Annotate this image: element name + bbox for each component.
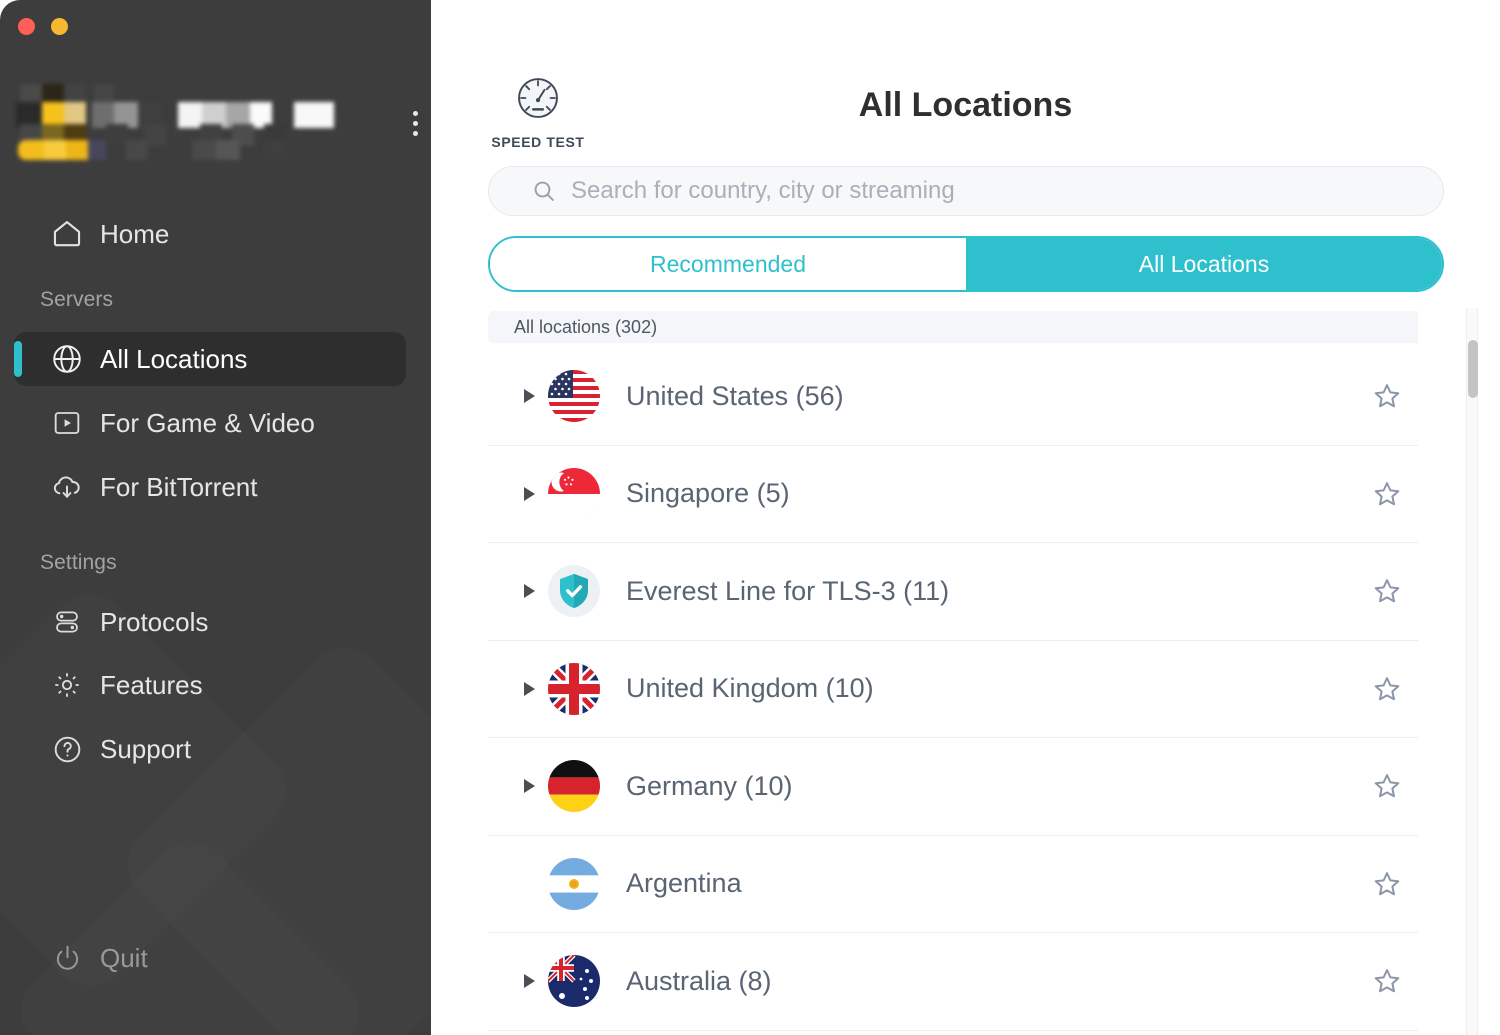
de-flag-icon: [548, 760, 600, 812]
location-name: Germany (10): [626, 771, 793, 802]
ar-flag-icon: [548, 858, 600, 910]
favorite-star-icon[interactable]: [1366, 375, 1408, 417]
locations-list: United States (56): [488, 348, 1418, 1035]
sidebar-section-servers: Servers: [40, 288, 113, 312]
scrollbar-thumb[interactable]: [1468, 340, 1478, 398]
location-tabs: Recommended All Locations: [488, 236, 1444, 292]
sidebar-item-label: Features: [100, 670, 203, 701]
favorite-star-icon[interactable]: [1366, 473, 1408, 515]
table-row[interactable]: United States (56): [488, 348, 1418, 446]
location-name: Everest Line for TLS-3 (11): [626, 576, 949, 607]
gb-flag-icon: [548, 663, 600, 715]
expand-caret-icon[interactable]: [512, 974, 546, 988]
sidebar-item-protocols[interactable]: Protocols: [14, 595, 406, 649]
play-square-icon: [44, 407, 90, 439]
shield-check-icon: [548, 565, 600, 617]
group-header: All locations (302): [488, 311, 1418, 343]
sidebar-item-label: All Locations: [100, 344, 247, 375]
scrollbar[interactable]: [1466, 308, 1478, 1035]
tab-recommended[interactable]: Recommended: [490, 238, 966, 290]
favorite-star-icon[interactable]: [1366, 765, 1408, 807]
table-row[interactable]: Australia (8): [488, 933, 1418, 1031]
table-row[interactable]: United Kingdom (10): [488, 641, 1418, 739]
table-row[interactable]: Argentina: [488, 836, 1418, 934]
window-traffic-lights: [18, 18, 68, 35]
cloud-download-icon: [44, 470, 90, 504]
gear-icon: [44, 669, 90, 701]
sidebar-item-support[interactable]: Support: [14, 722, 406, 776]
location-name: Singapore (5): [626, 478, 790, 509]
globe-icon: [44, 342, 90, 376]
sidebar-section-settings: Settings: [40, 551, 117, 575]
toggles-icon: [44, 606, 90, 638]
expand-caret-icon[interactable]: [512, 779, 546, 793]
sidebar-item-label: Support: [100, 734, 191, 765]
search-input[interactable]: [571, 177, 1443, 205]
minimize-window-button[interactable]: [51, 18, 68, 35]
sidebar-item-for-game-and-video[interactable]: For Game & Video: [14, 396, 406, 450]
app-window: Home Servers All Locations: [0, 0, 1500, 1035]
location-name: United States (56): [626, 381, 844, 412]
sidebar-item-label: Quit: [100, 943, 148, 974]
tab-all-locations[interactable]: All Locations: [966, 238, 1442, 290]
search-icon: [531, 178, 557, 204]
sidebar: Home Servers All Locations: [0, 0, 431, 1035]
kebab-menu-icon[interactable]: [400, 106, 430, 140]
main-panel: SPEED TEST All Locations Recommended All…: [431, 0, 1500, 1035]
favorite-star-icon[interactable]: [1366, 863, 1408, 905]
table-row[interactable]: Everest Line for TLS-3 (11): [488, 543, 1418, 641]
favorite-star-icon[interactable]: [1366, 570, 1408, 612]
sidebar-item-all-locations[interactable]: All Locations: [14, 332, 406, 386]
favorite-star-icon[interactable]: [1366, 960, 1408, 1002]
sidebar-item-home[interactable]: Home: [14, 207, 406, 261]
account-name-masked: [16, 84, 356, 156]
group-header-label: All locations (302): [514, 317, 657, 338]
expand-caret-icon[interactable]: [512, 584, 546, 598]
question-circle-icon: [44, 733, 90, 766]
search-bar[interactable]: [488, 166, 1444, 216]
expand-caret-icon[interactable]: [512, 487, 546, 501]
table-row[interactable]: Germany (10): [488, 738, 1418, 836]
sidebar-item-for-bittorrent[interactable]: For BitTorrent: [14, 460, 406, 514]
page-title: All Locations: [431, 86, 1500, 125]
sidebar-item-features[interactable]: Features: [14, 658, 406, 712]
active-indicator: [14, 341, 22, 377]
us-flag-icon: [548, 370, 600, 422]
expand-caret-icon[interactable]: [512, 389, 546, 403]
sidebar-item-label: For BitTorrent: [100, 472, 258, 503]
location-name: Argentina: [626, 868, 742, 899]
sidebar-item-quit[interactable]: Quit: [14, 931, 406, 985]
close-window-button[interactable]: [18, 18, 35, 35]
expand-caret-icon[interactable]: [512, 682, 546, 696]
au-flag-icon: [548, 955, 600, 1007]
location-name: United Kingdom (10): [626, 673, 874, 704]
table-row[interactable]: Singapore (5): [488, 446, 1418, 544]
speed-test-label: SPEED TEST: [491, 134, 584, 150]
favorite-star-icon[interactable]: [1366, 668, 1408, 710]
account-row[interactable]: [16, 84, 416, 156]
power-icon: [44, 942, 90, 975]
sg-flag-icon: [548, 468, 600, 520]
sidebar-item-label: For Game & Video: [100, 408, 315, 439]
sidebar-item-label: Protocols: [100, 607, 208, 638]
home-icon: [44, 217, 90, 251]
sidebar-item-label: Home: [100, 219, 169, 250]
location-name: Australia (8): [626, 966, 772, 997]
